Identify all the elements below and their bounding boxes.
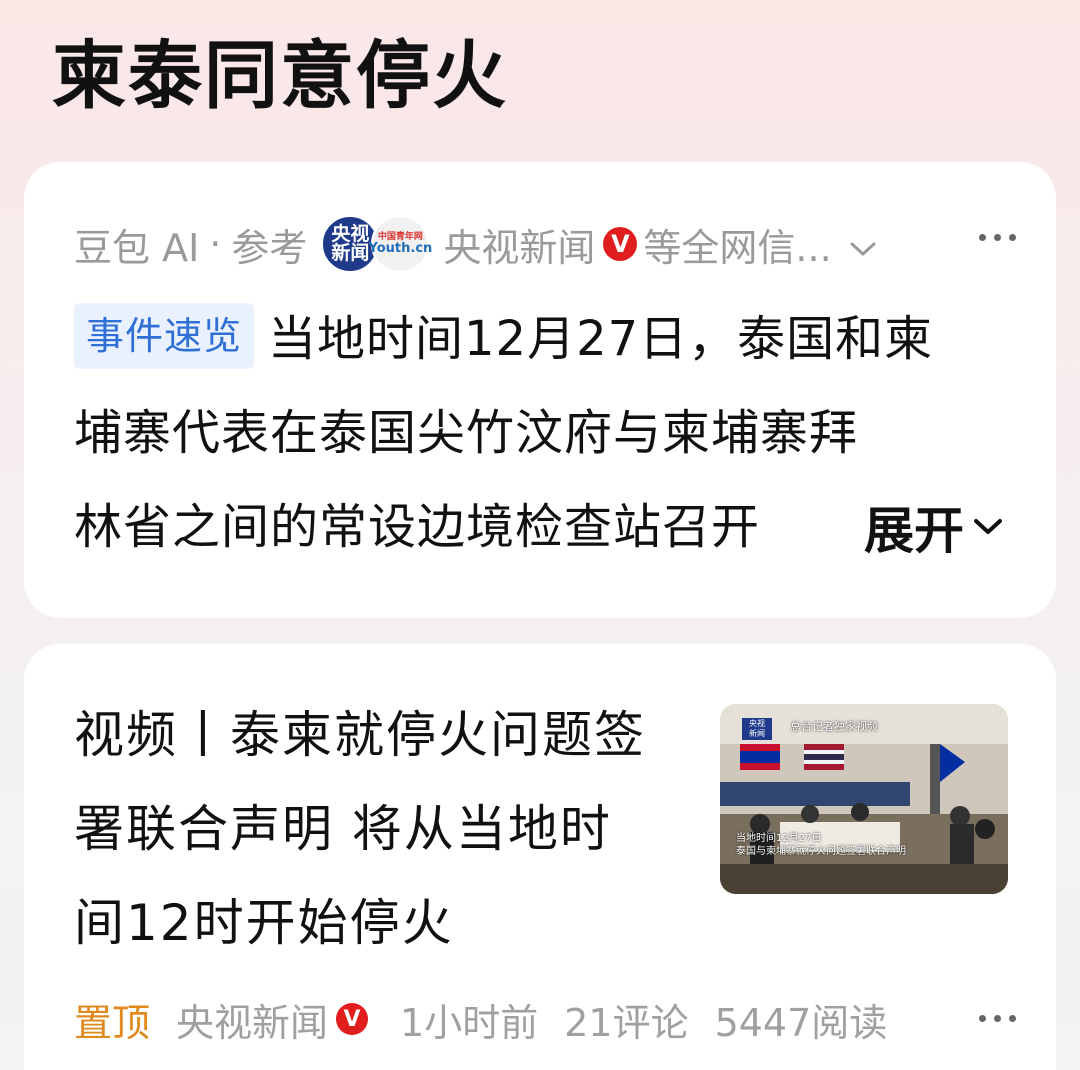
verified-badge-icon: V [603,227,638,261]
thumbnail-top-text: 总台记者独家视频 [790,720,878,733]
cctv-news-logo: 央视 新闻 [742,718,772,740]
more-options-icon[interactable] [979,1015,1016,1022]
ai-brand-label: 豆包 AI [74,225,200,270]
youth-cn-icon: 中国青年网 Youth.cn [369,215,432,273]
news-meta-row: 置顶 央视新闻 V 1小时前 21评论 5447阅读 [74,992,1016,1047]
ai-source-header[interactable]: 豆包 AI · 参考 央视 新闻 中国青年网 Youth.cn 央视新闻 V 等… [74,214,1016,274]
source-name: 央视新闻 [443,225,596,270]
news-card[interactable]: 视频丨泰柬就停火问题签 署联合声明 将从当地时 间12时开始停火 央视 新闻 总… [24,644,1056,1070]
news-thumbnail[interactable]: 央视 新闻 总台记者独家视频 当地时间12月27日 泰国与柬埔寨就停火问题签署联… [720,704,1008,894]
ai-summary-text: 事件速览 当地时间12月27日，泰国和柬 埔寨代表在泰国尖竹汶府与柬埔寨拜 [74,292,1014,480]
expand-button[interactable]: 展开 [864,480,1004,574]
comment-count: 21评论 [564,1000,689,1045]
chevron-down-icon[interactable] [850,222,876,266]
source-icons: 央视 新闻 中国青年网 Youth.cn [321,215,432,273]
read-count: 5447阅读 [714,1000,888,1045]
page-title: 柬泰同意停火 [52,33,508,119]
summary-line-2: 埔寨代表在泰国尖竹汶府与柬埔寨拜 [74,405,859,461]
pinned-tag: 置顶 [74,1000,151,1045]
separator-dot: · [209,222,222,266]
event-overview-tag: 事件速览 [74,303,255,369]
reference-label: 参考 [231,225,308,270]
ai-summary-card[interactable]: 豆包 AI · 参考 央视 新闻 中国青年网 Youth.cn 央视新闻 V 等… [24,162,1056,618]
publish-time: 1小时前 [400,1000,539,1045]
news-title[interactable]: 视频丨泰柬就停火问题签 署联合声明 将从当地时 间12时开始停火 [74,688,694,970]
thumbnail-caption: 当地时间12月27日 泰国与柬埔寨就停火问题签署联合声明 [736,833,906,857]
news-title-line: 署联合声明 将从当地时 [74,800,612,858]
news-title-line: 视频丨泰柬就停火问题签 [74,706,646,764]
news-title-line: 间12时开始停火 [74,894,454,952]
sources-suffix: 等全网信... [643,225,832,270]
chevron-down-icon [974,519,1002,534]
verified-badge-icon: V [336,1003,369,1035]
expand-label: 展开 [864,502,964,560]
more-options-icon[interactable] [979,234,1016,241]
summary-line-3: 林省之间的常设边境检查站召开 [74,499,761,555]
summary-line-1: 当地时间12月27日，泰国和柬 [268,311,934,367]
news-source[interactable]: 央视新闻 [176,992,328,1047]
